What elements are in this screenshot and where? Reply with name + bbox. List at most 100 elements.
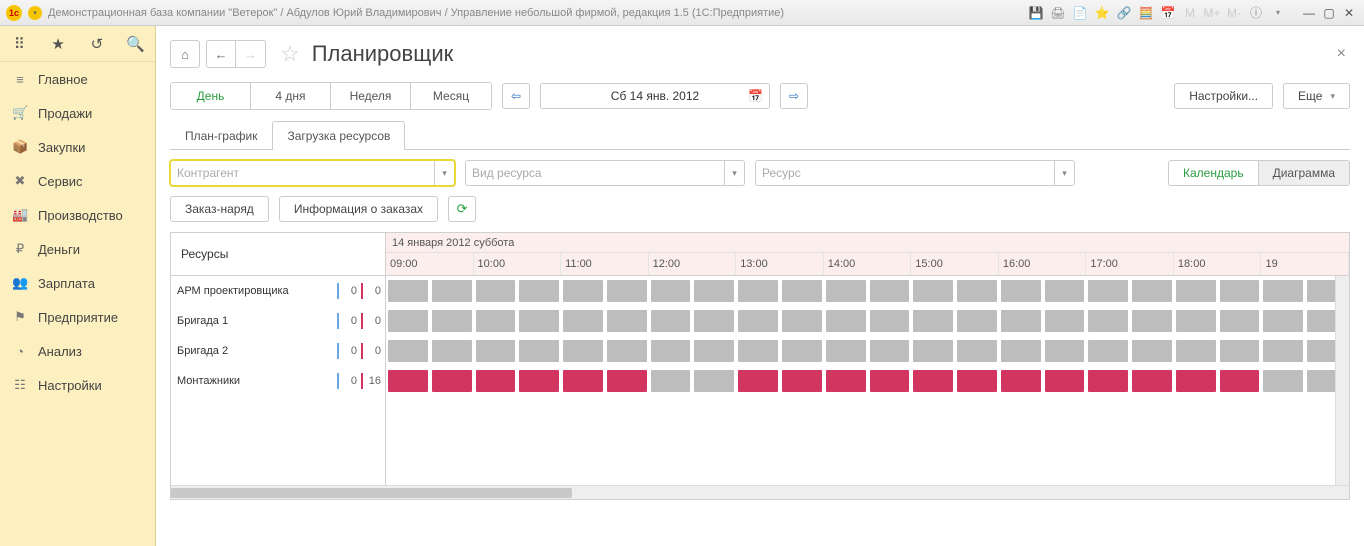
maximize-button[interactable]: ▢ <box>1320 5 1338 21</box>
slot[interactable] <box>999 366 1087 396</box>
order-info-button[interactable]: Информация о заказах <box>279 196 438 222</box>
info-icon[interactable]: ⓘ <box>1248 5 1264 21</box>
save-icon[interactable]: 💾 <box>1028 5 1044 21</box>
resource-row[interactable]: Бригада 200 <box>171 336 385 366</box>
sidebar-apps-icon[interactable]: ⠿ <box>0 26 39 61</box>
slot[interactable] <box>386 306 474 336</box>
calendar-view-button[interactable]: Календарь <box>1169 161 1259 185</box>
date-picker-icon[interactable]: 📅 <box>748 89 763 103</box>
calc-icon[interactable]: 🧮 <box>1138 5 1154 21</box>
settings-button[interactable]: Настройки... <box>1174 83 1273 109</box>
calendar-icon[interactable]: 📅 <box>1160 5 1176 21</box>
m-plus-icon[interactable]: M+ <box>1204 5 1220 21</box>
sidebar-search-icon[interactable]: 🔍 <box>116 26 155 61</box>
resource-row[interactable]: Бригада 100 <box>171 306 385 336</box>
slot[interactable] <box>999 336 1087 366</box>
slot[interactable] <box>474 306 562 336</box>
sidebar-item-7[interactable]: ⚑Предприятие <box>0 300 155 334</box>
tab-1[interactable]: Загрузка ресурсов <box>272 121 405 150</box>
slot[interactable] <box>474 276 562 306</box>
minimize-button[interactable]: — <box>1300 5 1318 21</box>
order-button[interactable]: Заказ-наряд <box>170 196 269 222</box>
forward-button[interactable]: → <box>236 40 266 68</box>
slot[interactable] <box>911 306 999 336</box>
print-icon[interactable]: 🖨 <box>1050 5 1066 21</box>
slot[interactable] <box>1174 306 1262 336</box>
slot[interactable] <box>561 336 649 366</box>
sidebar-item-1[interactable]: 🛒Продажи <box>0 96 155 130</box>
slot[interactable] <box>736 306 824 336</box>
sidebar-item-2[interactable]: 📦Закупки <box>0 130 155 164</box>
date-prev-button[interactable]: ⇦ <box>502 83 530 109</box>
tab-0[interactable]: План-график <box>170 121 272 150</box>
refresh-button[interactable]: ⟳ <box>448 196 476 222</box>
sidebar-item-4[interactable]: 🏭Производство <box>0 198 155 232</box>
slot[interactable] <box>736 366 824 396</box>
date-field[interactable]: Сб 14 янв. 2012 📅 <box>540 83 770 109</box>
scrollbar-thumb[interactable] <box>171 488 572 498</box>
period-button-2[interactable]: Неделя <box>331 83 411 109</box>
resource-combo[interactable]: Ресурс ▾ <box>755 160 1075 186</box>
sidebar-item-3[interactable]: ✖Сервис <box>0 164 155 198</box>
sidebar-item-9[interactable]: ☷Настройки <box>0 368 155 402</box>
slot[interactable] <box>1174 336 1262 366</box>
chevron-down-icon[interactable]: ▾ <box>1054 161 1074 185</box>
slot[interactable] <box>1174 276 1262 306</box>
page-close-button[interactable]: × <box>1333 41 1350 67</box>
back-button[interactable]: ← <box>206 40 236 68</box>
slot[interactable] <box>561 306 649 336</box>
home-button[interactable]: ⌂ <box>170 40 200 68</box>
sidebar-item-6[interactable]: 👥Зарплата <box>0 266 155 300</box>
chevron-down-icon[interactable]: ▾ <box>724 161 744 185</box>
sidebar-history-icon[interactable]: ↺ <box>78 26 117 61</box>
m-minus-icon[interactable]: M- <box>1226 5 1242 21</box>
resource-row[interactable]: АРМ проектировщика00 <box>171 276 385 306</box>
sidebar-star-icon[interactable]: ★ <box>39 26 78 61</box>
star-icon[interactable]: ⭐ <box>1094 5 1110 21</box>
slot[interactable] <box>911 276 999 306</box>
slot[interactable] <box>386 276 474 306</box>
slot[interactable] <box>386 366 474 396</box>
slot[interactable] <box>474 366 562 396</box>
sidebar-item-8[interactable]: ◔Анализ <box>0 334 155 368</box>
info-dd-icon[interactable]: ▾ <box>1270 5 1286 21</box>
slot[interactable] <box>386 336 474 366</box>
close-button[interactable]: ✕ <box>1340 5 1358 21</box>
slot[interactable] <box>1086 366 1174 396</box>
slot[interactable] <box>1086 276 1174 306</box>
slot[interactable] <box>1174 366 1262 396</box>
resource-row[interactable]: Монтажники016 <box>171 366 385 396</box>
slot[interactable] <box>649 336 737 366</box>
slot[interactable] <box>824 306 912 336</box>
slot[interactable] <box>1086 336 1174 366</box>
slot[interactable] <box>736 336 824 366</box>
doc-icon[interactable]: 📄 <box>1072 5 1088 21</box>
slot[interactable] <box>561 366 649 396</box>
slot[interactable] <box>824 366 912 396</box>
slot[interactable] <box>561 276 649 306</box>
counterparty-combo[interactable]: Контрагент ▾ <box>170 160 455 186</box>
slot[interactable] <box>649 306 737 336</box>
diagram-view-button[interactable]: Диаграмма <box>1259 161 1349 185</box>
more-button[interactable]: Еще <box>1283 83 1350 109</box>
slot[interactable] <box>824 336 912 366</box>
slot[interactable] <box>999 276 1087 306</box>
sidebar-item-5[interactable]: ₽Деньги <box>0 232 155 266</box>
slot[interactable] <box>649 276 737 306</box>
slot[interactable] <box>911 336 999 366</box>
favorite-star-icon[interactable]: ☆ <box>280 41 300 67</box>
resource-type-combo[interactable]: Вид ресурса ▾ <box>465 160 745 186</box>
date-next-button[interactable]: ⇨ <box>780 83 808 109</box>
vertical-scrollbar[interactable] <box>1335 276 1349 485</box>
slot[interactable] <box>649 366 737 396</box>
slot[interactable] <box>736 276 824 306</box>
period-button-0[interactable]: День <box>171 83 251 109</box>
app-dropdown-icon[interactable]: ▾ <box>28 6 42 20</box>
slot[interactable] <box>999 306 1087 336</box>
period-button-3[interactable]: Месяц <box>411 83 491 109</box>
slot[interactable] <box>1086 306 1174 336</box>
horizontal-scrollbar[interactable] <box>171 485 1349 499</box>
m-icon[interactable]: M <box>1182 5 1198 21</box>
link-icon[interactable]: 🔗 <box>1116 5 1132 21</box>
slot[interactable] <box>911 366 999 396</box>
